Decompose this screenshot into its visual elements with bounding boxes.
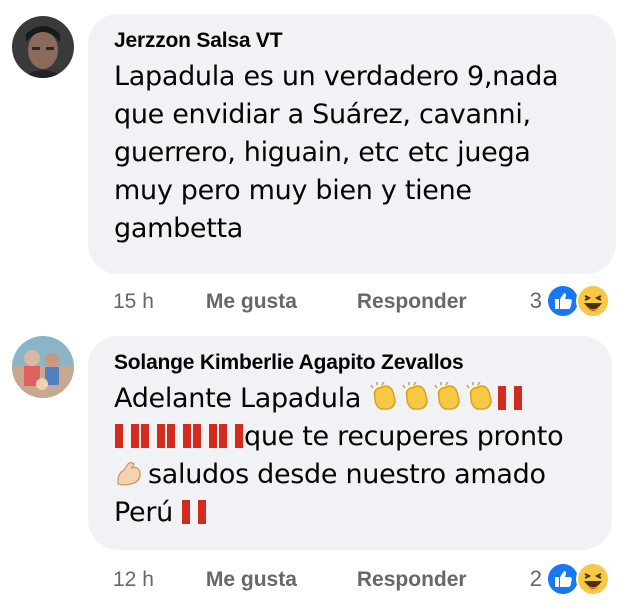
haha-icon (576, 284, 610, 318)
peru-flag-icon (219, 424, 243, 448)
peru-flag-icon (115, 424, 139, 448)
reaction-count: 3 (529, 288, 542, 313)
peru-flag-icon (182, 500, 207, 524)
peru-flag-icon (498, 386, 523, 410)
flexed-biceps-icon (114, 458, 144, 488)
like-button[interactable]: Me gusta (206, 568, 297, 592)
comment-text-line: saludos desde nuestro amado (114, 456, 590, 494)
comment-text-segment: Perú (114, 497, 173, 528)
comment-text-line: guerrero, higuain, etc etc juega (114, 137, 531, 168)
comment-bubble: Solange Kimberlie Agapito Zevallos Adela… (88, 336, 612, 550)
comment-actions: 12 h Me gusta Responder (113, 568, 467, 592)
reply-button[interactable]: Responder (357, 568, 467, 592)
avatar[interactable] (12, 336, 74, 398)
comment-actions: 15 h Me gusta Responder (113, 290, 467, 314)
reply-button[interactable]: Responder (357, 290, 467, 314)
comment-author[interactable]: Jerzzon Salsa VT (114, 28, 594, 54)
comment-timestamp[interactable]: 15 h (113, 290, 154, 314)
peru-flag-icon (193, 424, 217, 448)
avatar-photo-icon (12, 16, 74, 78)
like-icon (546, 562, 580, 596)
clapping-hands-icon (369, 381, 399, 412)
comment-text-segment: saludos desde nuestro amado (148, 459, 546, 490)
comment-text-line: Perú (114, 494, 590, 532)
comment-text-line: Adelante Lapadula (114, 380, 590, 418)
comment-text-line: que envidiar a Suárez, cavanni, (114, 99, 531, 130)
comment-text-segment: que te recuperes pronto (244, 421, 564, 452)
peru-flag-icon (167, 424, 191, 448)
reaction-summary[interactable]: 2 (530, 562, 610, 596)
comment-author[interactable]: Solange Kimberlie Agapito Zevallos (114, 350, 590, 376)
avatar-photo-icon (12, 336, 74, 398)
like-icon (546, 284, 580, 318)
peru-flag-icon (141, 424, 165, 448)
comment-text-line: Lapadula es un verdadero 9,nada (114, 61, 559, 92)
clapping-hands-icon (401, 381, 431, 412)
comment-bubble: Jerzzon Salsa VT Lapadula es un verdader… (88, 14, 616, 274)
like-button[interactable]: Me gusta (206, 290, 297, 314)
comment-timestamp[interactable]: 12 h (113, 568, 154, 592)
haha-icon (576, 562, 610, 596)
avatar[interactable] (12, 16, 74, 78)
comment-text-segment: Adelante Lapadula (114, 383, 362, 414)
comment-text-line: gambetta (114, 213, 244, 244)
comment-text: Adelante Lapadula que te recuperes pront… (114, 380, 590, 532)
reaction-summary[interactable]: 3 (530, 284, 610, 318)
clapping-hands-icon (465, 381, 495, 412)
comment-text: Lapadula es un verdadero 9,nada que envi… (114, 58, 594, 248)
comment-text-line: muy pero muy bien y tiene (114, 175, 472, 206)
comment-text-line: que te recuperes pronto (114, 418, 590, 456)
clapping-hands-icon (433, 381, 463, 412)
reaction-count: 2 (529, 566, 542, 591)
